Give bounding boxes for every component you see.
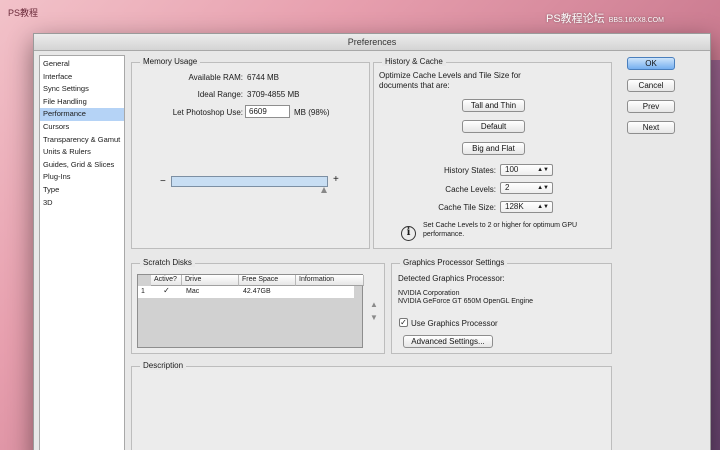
- prev-button[interactable]: Prev: [627, 100, 675, 113]
- cache-levels-select[interactable]: 2 ▲▼: [500, 182, 553, 194]
- column-header-free-space[interactable]: Free Space: [239, 275, 296, 286]
- cache-info-text: Set Cache Levels to 2 or higher for opti…: [423, 222, 578, 238]
- ok-button[interactable]: OK: [627, 57, 675, 70]
- scratch-disks-table: Active? Drive Free Space Information 1 ✓…: [137, 274, 364, 348]
- sidebar-item-sync-settings[interactable]: Sync Settings: [40, 83, 124, 96]
- row-free-space: 42.47GB: [243, 288, 271, 295]
- preferences-sidebar: General Interface Sync Settings File Han…: [39, 55, 125, 450]
- move-down-arrow[interactable]: ▼: [370, 313, 378, 322]
- tall-and-thin-button[interactable]: Tall and Thin: [462, 99, 525, 112]
- watermark-left: PS教程: [8, 8, 39, 18]
- chevron-down-icon: ▲▼: [537, 167, 549, 173]
- memory-slider-thumb[interactable]: [321, 187, 327, 193]
- memory-usage-group: Memory Usage Available RAM: 6744 MB Idea…: [131, 57, 370, 249]
- big-and-flat-button[interactable]: Big and Flat: [462, 142, 525, 155]
- cache-description: Optimize Cache Levels and Tile Size for …: [379, 71, 521, 90]
- detected-gpu-label: Detected Graphics Processor:: [398, 274, 505, 283]
- column-header-information[interactable]: Information: [296, 275, 364, 286]
- ideal-range-value: 3709-4855 MB: [247, 90, 300, 99]
- available-ram-label: Available RAM:: [188, 73, 243, 82]
- memory-usage-title: Memory Usage: [140, 57, 201, 66]
- history-states-select[interactable]: 100 ▲▼: [500, 164, 553, 176]
- memory-use-unit: MB (98%): [294, 108, 330, 117]
- memory-use-input[interactable]: 6609: [245, 105, 290, 118]
- column-header-drive[interactable]: Drive: [182, 275, 239, 286]
- use-gpu-checkbox[interactable]: ✓: [399, 318, 408, 327]
- window-title: Preferences: [34, 34, 710, 51]
- watermark-right: PS教程论坛 BBS.16XX8.COM: [546, 10, 664, 26]
- history-cache-title: History & Cache: [382, 57, 446, 66]
- row-drive: Mac: [186, 288, 200, 295]
- scratch-disks-title: Scratch Disks: [140, 258, 195, 267]
- next-button[interactable]: Next: [627, 121, 675, 134]
- sidebar-item-cursors[interactable]: Cursors: [40, 121, 124, 134]
- let-photoshop-use-label: Let Photoshop Use:: [172, 108, 243, 117]
- sidebar-item-transparency-gamut[interactable]: Transparency & Gamut: [40, 134, 124, 147]
- use-gpu-label: Use Graphics Processor: [411, 319, 498, 328]
- description-title: Description: [140, 361, 187, 370]
- history-cache-group: History & Cache Optimize Cache Levels an…: [373, 57, 612, 249]
- preferences-window: Preferences General Interface Sync Setti…: [33, 33, 711, 450]
- sidebar-item-3d[interactable]: 3D: [40, 197, 124, 210]
- watermark-right-text: PS教程论坛: [546, 13, 605, 25]
- sidebar-item-plug-ins[interactable]: Plug-Ins: [40, 171, 124, 184]
- sidebar-item-performance[interactable]: Performance: [40, 108, 124, 121]
- table-row[interactable]: 1 ✓ Mac 42.47GB: [138, 286, 354, 298]
- memory-minus-icon: −: [160, 176, 166, 187]
- scratch-disks-group: Scratch Disks Active? Drive Free Space I…: [131, 258, 385, 354]
- sidebar-item-general[interactable]: General: [40, 58, 124, 71]
- ideal-range-label: Ideal Range:: [197, 90, 243, 99]
- memory-plus-icon: +: [333, 174, 339, 185]
- watermark-right-url: BBS.16XX8.COM: [608, 17, 664, 24]
- cache-tile-size-label: Cache Tile Size:: [438, 203, 496, 212]
- column-header-active[interactable]: Active?: [151, 275, 182, 286]
- cache-levels-label: Cache Levels:: [445, 185, 496, 194]
- default-button[interactable]: Default: [462, 120, 525, 133]
- gpu-model: NVIDIA GeForce GT 650M OpenGL Engine: [398, 298, 534, 305]
- gpu-vendor: NVIDIA Corporation: [398, 290, 460, 297]
- cache-levels-value: 2: [505, 183, 510, 192]
- history-states-value: 100: [505, 165, 519, 174]
- move-up-arrow[interactable]: ▲: [370, 300, 378, 309]
- sidebar-item-units-rulers[interactable]: Units & Rulers: [40, 146, 124, 159]
- row-active-checkbox[interactable]: ✓: [162, 287, 171, 296]
- chevron-down-icon: ▲▼: [537, 185, 549, 191]
- cancel-button[interactable]: Cancel: [627, 79, 675, 92]
- cache-tile-size-select[interactable]: 128K ▲▼: [500, 201, 553, 213]
- info-icon: i: [401, 226, 416, 241]
- graphics-processor-group: Graphics Processor Settings Detected Gra…: [391, 258, 612, 354]
- memory-slider-track[interactable]: [171, 176, 328, 187]
- available-ram-value: 6744 MB: [247, 73, 280, 82]
- sidebar-item-guides-grid-slices[interactable]: Guides, Grid & Slices: [40, 159, 124, 172]
- sidebar-item-interface[interactable]: Interface: [40, 71, 124, 84]
- cache-tile-size-value: 128K: [505, 202, 524, 211]
- sidebar-item-file-handling[interactable]: File Handling: [40, 96, 124, 109]
- graphics-processor-title: Graphics Processor Settings: [400, 258, 508, 267]
- history-states-label: History States:: [443, 166, 496, 175]
- chevron-down-icon: ▲▼: [537, 204, 549, 210]
- advanced-settings-button[interactable]: Advanced Settings...: [403, 335, 493, 348]
- description-group: Description: [131, 361, 612, 450]
- row-number: 1: [141, 288, 145, 295]
- sidebar-item-type[interactable]: Type: [40, 184, 124, 197]
